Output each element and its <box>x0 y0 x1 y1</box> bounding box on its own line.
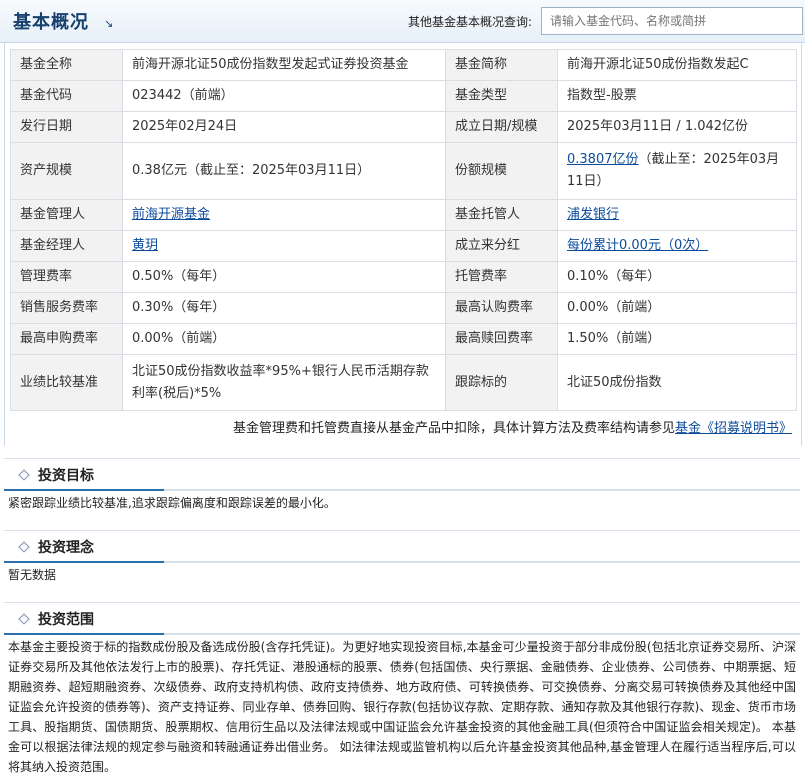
fee-note: 基金管理费和托管费直接从基金产品中扣除，具体计算方法及费率结构请参见基金《招募说… <box>5 417 792 436</box>
dividend-link[interactable]: 每份累计0.00元（0次） <box>567 238 708 253</box>
mgmt-fee-value: 0.50%（每年） <box>122 261 446 293</box>
issue-date-value: 2025年02月24日 <box>122 111 446 143</box>
scope-title: 投资范围 <box>38 612 94 628</box>
table-row: 业绩比较基准 北证50成份指数收益率*95%+银行人民币活期存款利率(税后)*5… <box>10 354 797 411</box>
fee-note-text: 基金管理费和托管费直接从基金产品中扣除，具体计算方法及费率结构请参见 <box>232 421 675 436</box>
goal-title: 投资目标 <box>38 468 94 484</box>
dividend-key: 成立来分红 <box>445 230 558 262</box>
fund-shortname-value: 前海开源北证50成份指数发起C <box>557 49 797 81</box>
fund-code-key: 基金代码 <box>10 80 123 112</box>
prospectus-link[interactable]: 基金《招募说明书》 <box>675 421 792 436</box>
goal-body: 紧密跟踪业绩比较基准,追求跟踪偏离度和跟踪误差的最小化。 <box>8 496 336 510</box>
table-row: 发行日期 2025年02月24日 成立日期/规模 2025年03月11日 / 1… <box>10 111 797 143</box>
table-row: 销售服务费率 0.30%（每年） 最高认购费率 0.00%（前端） <box>10 292 797 324</box>
fund-type-value: 指数型-股票 <box>557 80 797 112</box>
scope-section-header: 投资范围 <box>4 602 800 633</box>
purchase-fee-value: 0.00%（前端） <box>122 323 446 355</box>
diamond-icon <box>18 541 30 553</box>
diamond-icon <box>18 613 30 625</box>
dividend-value: 每份累计0.00元（0次） <box>557 230 797 262</box>
asset-size-value: 0.38亿元（截止至：2025年03月11日） <box>122 142 446 200</box>
custodian-value: 浦发银行 <box>557 199 797 231</box>
table-row: 基金代码 023442（前端） 基金类型 指数型-股票 <box>10 80 797 112</box>
fund-search-input[interactable] <box>541 7 803 35</box>
subscription-fee-value: 0.00%（前端） <box>557 292 797 324</box>
custody-fee-value: 0.10%（每年） <box>557 261 797 293</box>
tracking-value: 北证50成份指数 <box>557 354 797 411</box>
fund-manager-key: 基金经理人 <box>10 230 123 262</box>
fund-info-table: 基金全称 前海开源北证50成份指数型发起式证券投资基金 基金简称 前海开源北证5… <box>10 49 797 411</box>
issue-date-key: 发行日期 <box>10 111 123 143</box>
query-label: 其他基金基本概况查询: <box>408 15 533 29</box>
table-row: 最高申购费率 0.00%（前端） 最高赎回费率 1.50%（前端） <box>10 323 797 355</box>
inception-value: 2025年03月11日 / 1.042亿份 <box>557 111 797 143</box>
share-size-key: 份额规模 <box>445 142 558 200</box>
custodian-link[interactable]: 浦发银行 <box>567 207 619 222</box>
corner-arrow-icon: ↘ <box>104 17 114 30</box>
inception-key: 成立日期/规模 <box>445 111 558 143</box>
purchase-fee-key: 最高申购费率 <box>10 323 123 355</box>
scope-body: 本基金主要投资于标的指数成份股及备选成份股(含存托凭证)。为更好地实现投资目标,… <box>8 640 796 774</box>
overview-panel: 基金全称 前海开源北证50成份指数型发起式证券投资基金 基金简称 前海开源北证5… <box>4 42 802 446</box>
table-row: 基金全称 前海开源北证50成份指数型发起式证券投资基金 基金简称 前海开源北证5… <box>10 49 797 81</box>
fund-code-value: 023442（前端） <box>122 80 446 112</box>
table-row: 基金经理人 黄玥 成立来分红 每份累计0.00元（0次） <box>10 230 797 262</box>
mgmt-fee-key: 管理费率 <box>10 261 123 293</box>
subscription-fee-key: 最高认购费率 <box>445 292 558 324</box>
benchmark-value: 北证50成份指数收益率*95%+银行人民币活期存款利率(税后)*5% <box>122 354 446 411</box>
sales-fee-value: 0.30%（每年） <box>122 292 446 324</box>
fund-fullname-key: 基金全称 <box>10 49 123 81</box>
table-row: 基金管理人 前海开源基金 基金托管人 浦发银行 <box>10 199 797 231</box>
fund-type-key: 基金类型 <box>445 80 558 112</box>
goal-section: 投资目标 紧密跟踪业绩比较基准,追求跟踪偏离度和跟踪误差的最小化。 <box>4 458 800 515</box>
idea-body: 暂无数据 <box>8 568 57 582</box>
scope-section: 投资范围 本基金主要投资于标的指数成份股及备选成份股(含存托凭证)。为更好地实现… <box>4 602 800 779</box>
idea-title: 投资理念 <box>38 540 94 556</box>
redemption-fee-value: 1.50%（前端） <box>557 323 797 355</box>
goal-section-header: 投资目标 <box>4 458 800 489</box>
fund-fullname-value: 前海开源北证50成份指数型发起式证券投资基金 <box>122 49 446 81</box>
fund-manager-value: 黄玥 <box>122 230 446 262</box>
sales-fee-key: 销售服务费率 <box>10 292 123 324</box>
manager-value: 前海开源基金 <box>122 199 446 231</box>
fund-overview-page: 基本概况 ↘ 其他基金基本概况查询: 基金全称 前海开源北证50成份指数型发起式… <box>0 0 805 778</box>
custodian-key: 基金托管人 <box>445 199 558 231</box>
share-size-link[interactable]: 0.3807亿份 <box>567 152 639 167</box>
asset-size-key: 资产规模 <box>10 142 123 200</box>
custody-fee-key: 托管费率 <box>445 261 558 293</box>
page-title: 基本概况 <box>13 12 89 33</box>
fund-manager-link[interactable]: 黄玥 <box>132 238 158 253</box>
fund-shortname-key: 基金简称 <box>445 49 558 81</box>
header-bar: 基本概况 ↘ 其他基金基本概况查询: <box>0 0 805 43</box>
table-row: 资产规模 0.38亿元（截止至：2025年03月11日） 份额规模 0.3807… <box>10 142 797 200</box>
idea-section-header: 投资理念 <box>4 530 800 561</box>
manager-key: 基金管理人 <box>10 199 123 231</box>
table-row: 管理费率 0.50%（每年） 托管费率 0.10%（每年） <box>10 261 797 293</box>
manager-link[interactable]: 前海开源基金 <box>132 207 210 222</box>
share-size-value: 0.3807亿份（截止至：2025年03月11日） <box>557 142 797 200</box>
tracking-key: 跟踪标的 <box>445 354 558 411</box>
idea-section: 投资理念 暂无数据 <box>4 530 800 587</box>
benchmark-key: 业绩比较基准 <box>10 354 123 411</box>
redemption-fee-key: 最高赎回费率 <box>445 323 558 355</box>
diamond-icon <box>18 469 30 481</box>
